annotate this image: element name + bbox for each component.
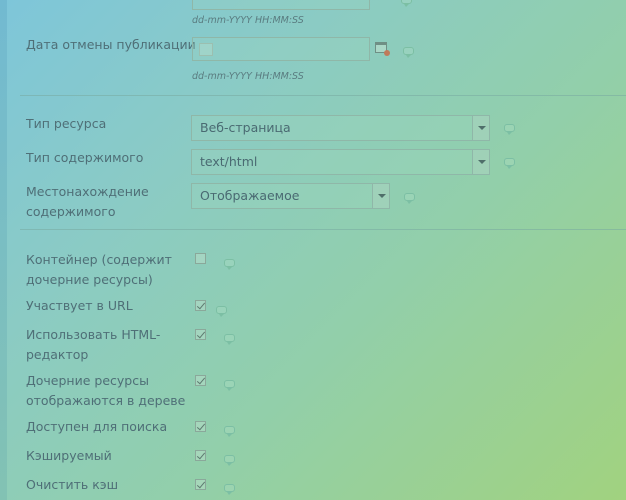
- content-location-select[interactable]: Отображаемое: [191, 183, 390, 209]
- help-icon-publish-date[interactable]: [401, 0, 412, 7]
- option-checkbox-tree[interactable]: [195, 375, 206, 386]
- content-type-label: Тип содержимого: [26, 150, 144, 165]
- date-field-icon: [199, 43, 213, 56]
- resource-type-value: Веб-страница: [200, 120, 291, 135]
- option-checkbox-clear-cache[interactable]: [195, 479, 206, 490]
- help-icon-tree[interactable]: [224, 380, 235, 391]
- option-label-searchable: Доступен для поиска: [26, 419, 168, 434]
- help-icon-container[interactable]: [224, 259, 235, 270]
- clear-date-icon[interactable]: [384, 50, 390, 56]
- unpublish-date-label: Дата отмены публикации: [26, 37, 196, 52]
- option-checkbox-html-editor[interactable]: [195, 329, 206, 340]
- option-checkbox-cacheable[interactable]: [195, 450, 206, 461]
- divider: [20, 95, 626, 96]
- help-icon-url[interactable]: [216, 306, 227, 317]
- option-label-html-editor: Использовать HTML-редактор: [26, 327, 161, 362]
- help-icon-resource-type[interactable]: [504, 124, 515, 135]
- help-icon-clear-cache[interactable]: [224, 484, 235, 495]
- publish-date-input[interactable]: [192, 0, 370, 10]
- option-label-tree: Дочерние ресурсы отображаются в дереве: [26, 373, 186, 408]
- help-icon-content-location[interactable]: [404, 193, 415, 204]
- option-label-container: Контейнер (содержит дочерние ресурсы): [26, 252, 172, 287]
- content-location-label: Местонахождение содержимого: [26, 184, 149, 219]
- date-format-hint-bottom: dd-mm-YYYY HH:MM:SS: [192, 71, 304, 82]
- content-type-select[interactable]: text/html: [191, 149, 490, 175]
- resource-type-select[interactable]: Веб-страница: [191, 115, 490, 141]
- left-edge-bar: [0, 0, 7, 500]
- option-label-url: Участвует в URL: [26, 298, 133, 313]
- help-icon-html-editor[interactable]: [224, 334, 235, 345]
- content-location-value: Отображаемое: [200, 188, 300, 203]
- help-icon-searchable[interactable]: [224, 426, 235, 437]
- option-label-clear-cache: Очистить кэш: [26, 477, 119, 492]
- option-checkbox-url[interactable]: [195, 300, 206, 311]
- unpublish-date-input[interactable]: [192, 37, 370, 61]
- chevron-down-icon[interactable]: [472, 116, 489, 140]
- content-type-value: text/html: [200, 154, 258, 169]
- divider: [20, 229, 626, 230]
- option-checkbox-searchable[interactable]: [195, 421, 206, 432]
- option-label-cacheable: Кэшируемый: [26, 448, 112, 463]
- resource-type-label: Тип ресурса: [26, 116, 107, 131]
- help-icon-content-type[interactable]: [504, 158, 515, 169]
- help-icon-cacheable[interactable]: [224, 455, 235, 466]
- option-checkbox-container[interactable]: [195, 253, 206, 264]
- chevron-down-icon[interactable]: [372, 184, 389, 208]
- help-icon-unpublish-date[interactable]: [403, 47, 414, 58]
- chevron-down-icon[interactable]: [472, 150, 489, 174]
- date-format-hint-top: dd-mm-YYYY HH:MM:SS: [192, 15, 304, 26]
